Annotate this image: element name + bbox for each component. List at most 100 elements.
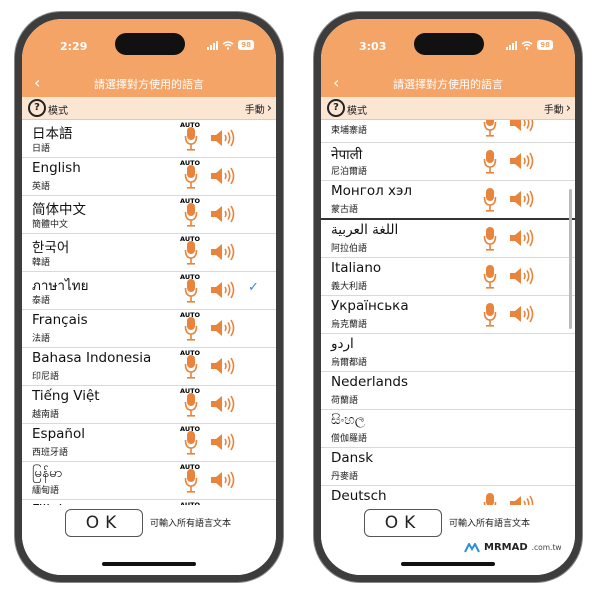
status-time: 3:03 [359, 40, 387, 53]
speaker-icon[interactable] [210, 243, 236, 261]
language-row[interactable]: Dansk 丹麥語 [321, 448, 575, 486]
language-native-name: English [32, 160, 81, 176]
microphone-icon[interactable] [184, 126, 198, 152]
speaker-icon[interactable] [210, 167, 236, 185]
microphone-icon[interactable] [184, 202, 198, 228]
language-row[interactable]: Nederlands 荷蘭語 [321, 372, 575, 410]
hint-text: 可輸入所有語言文本 [150, 519, 232, 529]
speaker-icon[interactable] [509, 229, 535, 247]
speaker-icon[interactable] [210, 433, 236, 451]
signal-icon [207, 40, 219, 50]
language-row[interactable]: Español 西班牙語 AUTO [22, 424, 276, 462]
speaker-icon[interactable] [509, 267, 535, 285]
language-chinese-name: 烏爾都語 [331, 358, 368, 368]
language-chinese-name: 僧伽羅語 [331, 434, 368, 444]
language-chinese-name: 西班牙語 [32, 448, 69, 458]
home-indicator[interactable] [102, 562, 196, 566]
language-row[interactable]: ภาษาไทย 泰語 AUTO ✓ [22, 272, 276, 310]
page-title: 請選擇對方使用的語言 [393, 78, 503, 91]
language-chinese-name: 韓語 [32, 258, 51, 268]
ok-button[interactable]: OK [364, 509, 442, 537]
page-title: 請選擇對方使用的語言 [94, 78, 204, 91]
language-row[interactable]: Tiếng Việt 越南語 AUTO [22, 386, 276, 424]
left-screen: 2:29 98 ‹ 請選擇對方使用的語言 ? 模式 手動 › 日本語 日語 AUTO… [22, 19, 276, 575]
language-row[interactable]: 简体中文 簡體中文 AUTO [22, 196, 276, 234]
microphone-icon[interactable] [184, 240, 198, 266]
home-indicator[interactable] [401, 562, 495, 566]
speaker-icon[interactable] [509, 305, 535, 323]
language-row[interactable]: Українська 烏克蘭語 [321, 296, 575, 334]
language-native-name: Français [32, 312, 88, 328]
language-row[interactable]: Italiano 義大利語 [321, 258, 575, 296]
language-row[interactable]: नेपाली 尼泊爾語 [321, 143, 575, 181]
ok-button[interactable]: OK [65, 509, 143, 537]
language-row[interactable]: اللغة العربية 阿拉伯語 [321, 220, 575, 258]
manual-mode-toggle[interactable]: 手動 › [544, 101, 571, 117]
language-row[interactable]: English 英語 AUTO [22, 158, 276, 196]
speaker-icon[interactable] [509, 190, 535, 208]
help-question-icon[interactable]: ? [28, 99, 46, 117]
status-bar: 2:29 98 [22, 19, 276, 69]
bottom-bar: OK 可輸入所有語言文本 [22, 505, 276, 575]
microphone-icon[interactable] [184, 430, 198, 456]
mode-label: 模式 [347, 106, 367, 117]
status-bar: 3:03 98 [321, 19, 575, 69]
language-row[interactable]: 日本語 日語 AUTO [22, 120, 276, 158]
microphone-icon[interactable] [184, 164, 198, 190]
nav-bar: ‹ 請選擇對方使用的語言 [321, 69, 575, 97]
status-time: 2:29 [60, 40, 88, 53]
language-row[interactable]: မြန်မာ 緬甸語 AUTO [22, 462, 276, 500]
language-chinese-name: 日語 [32, 144, 51, 154]
microphone-icon[interactable] [483, 302, 497, 328]
microphone-icon[interactable] [483, 492, 497, 505]
language-chinese-name: 柬埔寨語 [331, 126, 368, 136]
speaker-icon[interactable] [210, 395, 236, 413]
speaker-icon[interactable] [509, 495, 535, 505]
language-list[interactable]: 日本語 日語 AUTO English 英語 AUTO 简体中文 簡體中文 AUTO 한국어 韓語 A… [22, 120, 276, 505]
language-row[interactable]: සිංහල 僧伽羅語 [321, 410, 575, 448]
microphone-icon[interactable] [483, 187, 497, 213]
language-chinese-name: 緬甸語 [32, 486, 60, 496]
language-list[interactable]: 柬埔寨語 नेपाली 尼泊爾語 Монгол хэл 蒙古語 اللغة العربية… [321, 120, 575, 505]
language-chinese-name: 義大利語 [331, 282, 368, 292]
watermark-logo: MRMAD .com.tw [464, 542, 562, 553]
language-native-name: Italiano [331, 260, 382, 276]
language-row[interactable]: Bahasa Indonesia 印尼語 AUTO [22, 348, 276, 386]
help-question-icon[interactable]: ? [327, 99, 345, 117]
chevron-right-icon: › [266, 100, 272, 116]
speaker-icon[interactable] [210, 471, 236, 489]
status-icons: 98 [506, 40, 553, 50]
language-native-name: Монгол хэл [331, 183, 413, 199]
right-phone-frame: 3:03 98 ‹ 請選擇對方使用的語言 ? 模式 手動 › 柬埔寨語 नेपाल… [314, 12, 582, 582]
microphone-icon[interactable] [184, 392, 198, 418]
speaker-icon[interactable] [210, 129, 236, 147]
language-chinese-name: 阿拉伯語 [331, 244, 368, 254]
language-row[interactable]: Français 法語 AUTO [22, 310, 276, 348]
language-row[interactable]: Монгол хэл 蒙古語 [321, 181, 575, 220]
language-row[interactable]: 한국어 韓語 AUTO [22, 234, 276, 272]
speaker-icon[interactable] [509, 120, 535, 132]
mode-bar: ? 模式 手動 › [321, 97, 575, 120]
microphone-icon[interactable] [184, 278, 198, 304]
language-native-name: Dansk [331, 450, 374, 466]
speaker-icon[interactable] [509, 152, 535, 170]
microphone-icon[interactable] [483, 226, 497, 252]
microphone-icon[interactable] [483, 120, 497, 138]
microphone-icon[interactable] [483, 149, 497, 175]
language-row[interactable]: اردو 烏爾都語 [321, 334, 575, 372]
microphone-icon[interactable] [483, 264, 497, 290]
speaker-icon[interactable] [210, 281, 236, 299]
mode-label: 模式 [48, 106, 68, 117]
language-row[interactable]: 柬埔寨語 [321, 120, 575, 143]
speaker-icon[interactable] [210, 205, 236, 223]
language-chinese-name: 荷蘭語 [331, 396, 359, 406]
speaker-icon[interactable] [210, 357, 236, 375]
language-row[interactable]: Deutsch德語 [321, 486, 575, 505]
microphone-icon[interactable] [184, 354, 198, 380]
microphone-icon[interactable] [184, 468, 198, 494]
speaker-icon[interactable] [210, 319, 236, 337]
scrollbar[interactable] [569, 189, 572, 329]
hint-text: 可輸入所有語言文本 [449, 519, 531, 529]
microphone-icon[interactable] [184, 316, 198, 342]
manual-mode-toggle[interactable]: 手動 › [245, 100, 272, 117]
